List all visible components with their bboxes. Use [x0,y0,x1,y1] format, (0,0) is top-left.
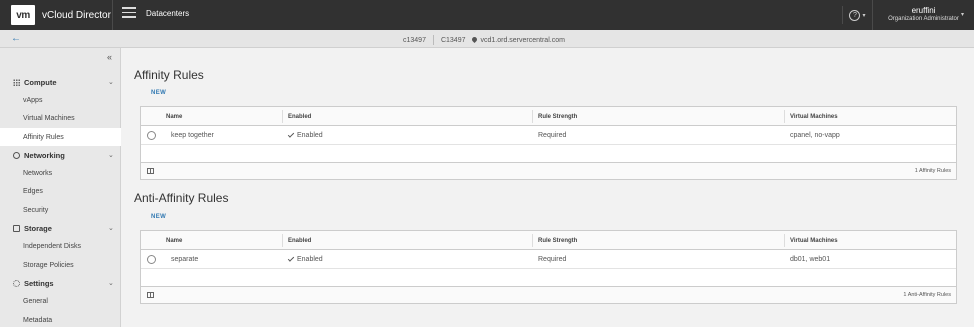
grid-empty-space [141,145,956,162]
sidebar-section-networking[interactable]: Networking ⌄ [0,146,121,164]
sidebar-item-general[interactable]: General [0,292,121,310]
column-header-enabled[interactable]: Enabled [288,107,311,126]
sidebar: « Compute ⌄ vApps Virtual Machines Affin… [0,48,121,327]
org-short: c13497 [403,36,426,44]
sidebar-item-networks[interactable]: Networks [0,164,121,182]
brand[interactable]: vm vCloud Director [11,5,111,25]
grid-header: Name Enabled Rule Strength Virtual Machi… [141,231,956,250]
column-header-virtual-machines[interactable]: Virtual Machines [790,107,838,126]
row-count: 1 Affinity Rules [914,168,951,174]
sidebar-item-affinity-rules[interactable]: Affinity Rules [0,128,121,146]
column-divider [784,234,785,247]
column-header-rule-strength[interactable]: Rule Strength [538,231,577,250]
context-bar: ← c13497 C13497 vcd1.ord.servercentral.c… [0,30,974,48]
rule-enabled: Enabled [287,250,323,269]
sidebar-section-label: Storage [24,223,52,233]
sidebar-section-label: Compute [24,77,57,87]
grid-footer: 1 Affinity Rules [141,162,956,179]
sidebar-section-storage[interactable]: Storage ⌄ [0,219,121,237]
column-header-name[interactable]: Name [166,231,182,250]
sidebar-section-compute[interactable]: Compute ⌄ [0,73,121,91]
user-role: Organization Administrator [888,16,959,22]
chevron-down-icon: ⌄ [108,280,114,287]
column-toggle-icon[interactable] [147,168,154,174]
column-header-rule-strength[interactable]: Rule Strength [538,107,577,126]
sidebar-section-settings[interactable]: Settings ⌄ [0,274,121,292]
anti-affinity-rules-title: Anti-Affinity Rules [134,191,229,205]
table-row[interactable]: separate Enabled Required db01, web01 [141,250,956,269]
org-name: C13497 [440,36,466,44]
chevron-down-icon: ⌄ [108,152,114,159]
help-icon: ? [849,9,861,21]
chevron-down-icon: ⌄ [108,79,114,86]
sidebar-item-security[interactable]: Security [0,201,121,219]
rule-vms: cpanel, no-vapp [790,132,840,139]
chevron-down-icon: ▾ [862,12,866,19]
check-icon [287,255,295,262]
gear-icon [12,279,20,287]
location-host: vcd1.ord.servercentral.com [480,36,565,44]
globe-icon [12,151,20,159]
column-divider [784,110,785,123]
sidebar-section-label: Settings [24,278,54,288]
sidebar-item-vapps[interactable]: vApps [0,91,121,109]
sidebar-item-metadata[interactable]: Metadata [0,311,121,327]
user-name: eruffini [911,6,936,15]
grid-footer: 1 Anti-Affinity Rules [141,286,956,303]
sidebar-section-label: Networking [24,150,65,160]
row-select-radio[interactable] [147,255,156,264]
rule-strength: Required [538,132,567,139]
column-divider [532,110,533,123]
location-group: vcd1.ord.servercentral.com [470,35,565,44]
column-toggle-icon[interactable] [147,292,154,298]
column-header-enabled[interactable]: Enabled [288,231,311,250]
grid-header: Name Enabled Rule Strength Virtual Machi… [141,107,956,126]
breadcrumb: c13497 C13497 vcd1.ord.servercentral.com [403,35,565,45]
table-row[interactable]: keep together Enabled Required cpanel, n… [141,126,956,145]
sidebar-item-independent-disks[interactable]: Independent Disks [0,237,121,255]
sidebar-item-edges[interactable]: Edges [0,182,121,200]
column-divider [282,234,283,247]
top-header: vm vCloud Director Datacenters ? ▾ eruff… [0,0,974,30]
column-divider [532,234,533,247]
rule-enabled: Enabled [287,126,323,145]
app-title: vCloud Director [42,9,111,21]
grid-empty-space [141,269,956,286]
row-count: 1 Anti-Affinity Rules [903,292,951,298]
chevron-down-icon: ⌄ [108,225,114,232]
breadcrumb-divider [432,35,434,45]
back-arrow-icon[interactable]: ← [11,33,21,44]
column-header-name[interactable]: Name [166,107,182,126]
disk-icon [12,224,20,232]
sidebar-item-storage-policies[interactable]: Storage Policies [0,256,121,274]
rule-name: separate [171,256,199,263]
header-divider [112,0,113,30]
enabled-label: Enabled [297,132,323,139]
new-anti-affinity-rule-button[interactable]: NEW [151,214,166,220]
column-divider [282,110,283,123]
nav-title[interactable]: Datacenters [146,9,189,18]
rule-name: keep together [171,132,214,139]
collapse-sidebar-icon[interactable]: « [107,52,112,62]
affinity-rules-grid: Name Enabled Rule Strength Virtual Machi… [140,106,957,180]
location-pin-icon [470,35,478,43]
grid-icon [12,78,20,86]
enabled-label: Enabled [297,256,323,263]
affinity-rules-title: Affinity Rules [134,68,204,82]
rule-vms: db01, web01 [790,256,831,263]
rule-strength: Required [538,256,567,263]
main-content: Affinity Rules NEW Name Enabled Rule Str… [121,48,974,327]
sidebar-item-virtual-machines[interactable]: Virtual Machines [0,109,121,127]
row-select-radio[interactable] [147,131,156,140]
anti-affinity-rules-grid: Name Enabled Rule Strength Virtual Machi… [140,230,957,304]
chevron-down-icon: ▾ [960,12,964,18]
user-menu[interactable]: eruffini Organization Administrator ▾ [872,0,974,30]
new-affinity-rule-button[interactable]: NEW [151,90,166,96]
hamburger-menu-icon[interactable] [122,7,136,21]
vmware-logo: vm [11,5,35,25]
help-button[interactable]: ? ▾ [842,6,872,24]
column-header-virtual-machines[interactable]: Virtual Machines [790,231,838,250]
check-icon [287,131,295,138]
